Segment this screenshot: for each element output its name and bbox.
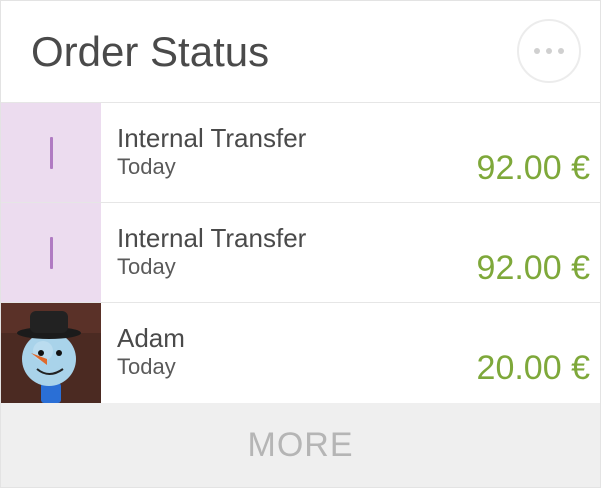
transaction-row[interactable]: Internal Transfer Today 92.00 €: [1, 103, 600, 203]
transaction-amount: 92.00 €: [476, 149, 590, 187]
transfer-placeholder-icon: [1, 103, 101, 202]
more-horizontal-icon: [534, 48, 540, 54]
more-horizontal-icon: [546, 48, 552, 54]
transaction-date: Today: [117, 254, 176, 279]
transaction-row[interactable]: Adam Today 20.00 €: [1, 303, 600, 403]
more-horizontal-icon: [558, 48, 564, 54]
snowman-avatar-icon: [1, 303, 101, 403]
avatar: [1, 303, 101, 403]
more-options-button[interactable]: [517, 19, 581, 83]
transaction-list: Internal Transfer Today 92.00 € Internal…: [1, 103, 600, 403]
more-button[interactable]: MORE: [1, 403, 600, 487]
transaction-row[interactable]: Internal Transfer Today 92.00 €: [1, 203, 600, 303]
transaction-title: Internal Transfer: [117, 123, 307, 153]
order-status-card: Order Status Internal Transfer Today 92.…: [0, 0, 601, 488]
transaction-amount: 20.00 €: [476, 349, 590, 387]
transaction-title: Internal Transfer: [117, 223, 307, 253]
transaction-date: Today: [117, 154, 176, 179]
transfer-placeholder-icon: [1, 203, 101, 302]
transaction-date: Today: [117, 354, 176, 379]
transaction-title: Adam: [117, 323, 185, 353]
page-title: Order Status: [31, 28, 270, 75]
transaction-amount: 92.00 €: [476, 249, 590, 287]
card-header: Order Status: [1, 1, 600, 103]
